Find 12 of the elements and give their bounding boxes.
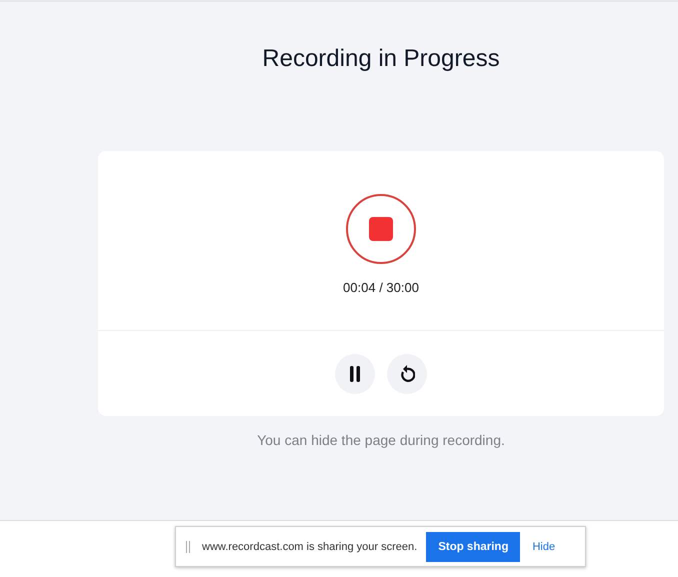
drag-handle-icon[interactable]	[186, 540, 190, 552]
restart-icon	[399, 364, 415, 382]
restart-button[interactable]	[387, 354, 427, 394]
stop-sharing-button[interactable]: Stop sharing	[426, 532, 520, 562]
recording-timer: 00:04 / 30:00	[343, 280, 419, 295]
sharing-message: www.recordcast.com is sharing your screen.	[202, 540, 418, 552]
hide-link[interactable]: Hide	[532, 540, 556, 552]
hint-text: You can hide the page during recording.	[257, 432, 505, 448]
pause-icon	[348, 366, 362, 382]
page-title: Recording in Progress	[262, 44, 500, 74]
pause-button[interactable]	[335, 354, 375, 394]
stop-icon	[369, 217, 393, 241]
